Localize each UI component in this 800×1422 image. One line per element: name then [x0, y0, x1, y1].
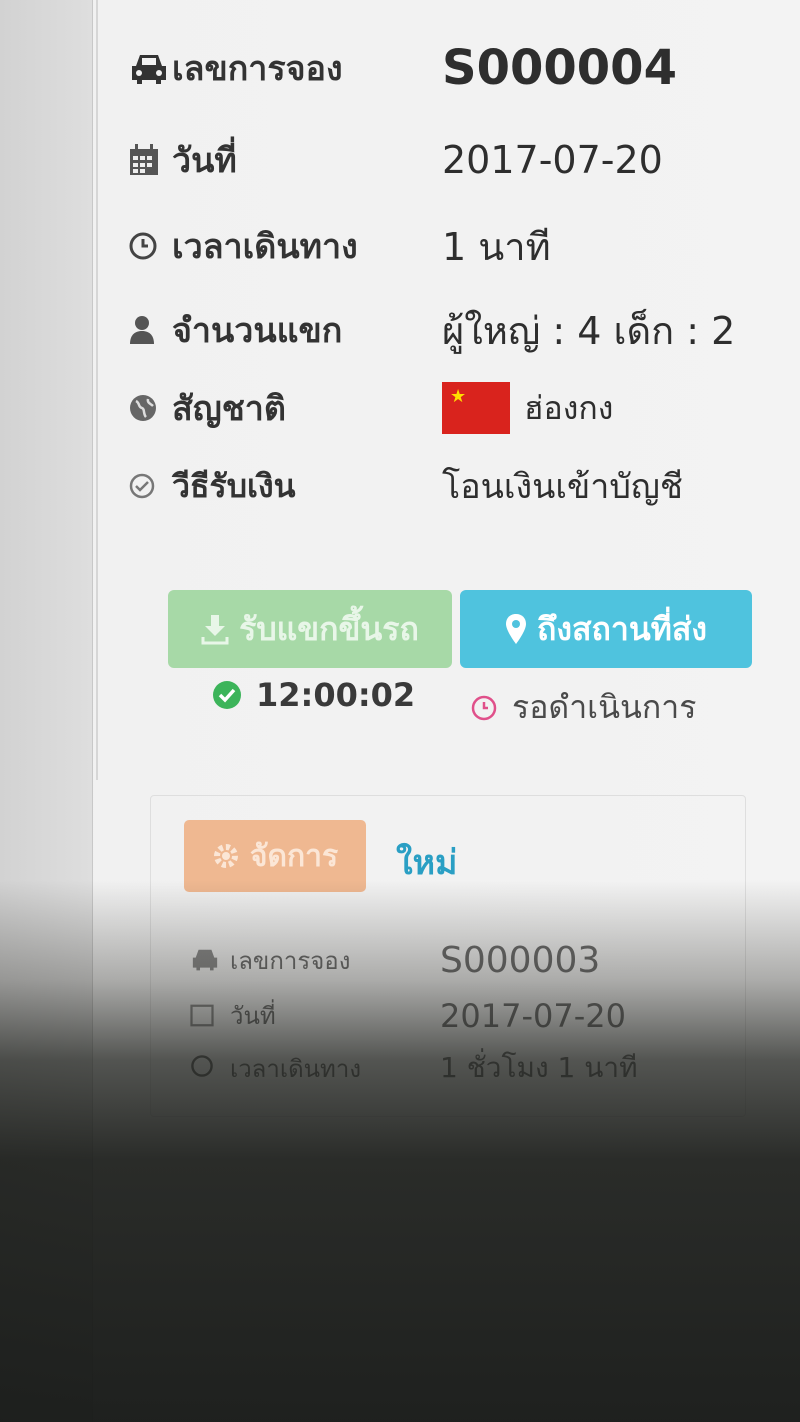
nationality-label: สัญชาติ — [172, 389, 286, 429]
booking-number-label: เลขการจอง — [172, 49, 343, 89]
arrive-status: รอดำเนินการ — [470, 682, 696, 733]
nationality-value: ★ ฮ่องกง — [442, 382, 613, 434]
clock-icon — [190, 1054, 230, 1082]
booking2-number-row: เลขการจอง S000003 — [190, 940, 600, 981]
payment-label: วีธีรับเงิน — [172, 466, 296, 505]
booking-number-row: เลขการจอง S000004 — [128, 38, 800, 98]
booking2-number-value: S000003 — [440, 940, 601, 981]
date-row: วันที่ 2017-07-20 — [128, 130, 800, 190]
date-label: วันที่ — [172, 141, 237, 181]
check-circle-icon — [213, 681, 241, 709]
guests-value: ผู้ใหญ่ : 4 เด็ก : 2 — [442, 308, 736, 353]
calendar-icon — [190, 1001, 230, 1031]
payment-value: โอนเงินเข้าบัญชี — [442, 467, 683, 507]
pickup-status: 12:00:02 — [212, 676, 415, 714]
pickup-guest-button[interactable]: รับแขกขึ้นรถ — [168, 590, 452, 668]
travel-time-label: เวลาเดินทาง — [172, 227, 358, 267]
booking2-number-label: เลขการจอง — [230, 947, 351, 975]
travel-time-row: เวลาเดินทาง 1 นาที — [128, 216, 800, 276]
nationality-row: สัญชาติ ★ ฮ่องกง — [128, 378, 800, 438]
arrive-destination-label: ถึงสถานที่ส่ง — [537, 609, 707, 648]
booking2-time-label: เวลาเดินทาง — [230, 1054, 362, 1083]
left-panel — [0, 0, 93, 1422]
globe-icon — [128, 393, 172, 423]
new-status-link[interactable]: ใหม่ — [396, 835, 457, 889]
booking2-date-value: 2017-07-20 — [440, 996, 626, 1035]
travel-time-value: 1 นาที — [442, 224, 551, 269]
china-flag-icon: ★ — [442, 382, 510, 434]
clock-icon — [471, 695, 497, 720]
payment-row: วีธีรับเงิน โอนเงินเข้าบัญชี — [128, 456, 800, 516]
pickup-time: 12:00:02 — [256, 676, 416, 714]
clock-icon — [128, 231, 172, 261]
booking2-time-value: 1 ชั่วโมง 1 นาที — [440, 1051, 638, 1084]
booking2-date-label: วันที่ — [230, 1002, 276, 1030]
nationality-text: ฮ่องกง — [524, 388, 614, 427]
date-value: 2017-07-20 — [442, 138, 663, 182]
map-marker-icon — [506, 614, 526, 644]
arrive-destination-button[interactable]: ถึงสถานที่ส่ง — [460, 590, 752, 668]
pickup-guest-label: รับแขกขึ้นรถ — [239, 609, 419, 648]
calendar-icon — [128, 143, 172, 177]
car-icon — [190, 946, 230, 976]
booking2-time-row: เวลาเดินทาง 1 ชั่วโมง 1 นาที — [190, 1046, 638, 1090]
user-icon — [128, 314, 172, 346]
arrive-status-text: รอดำเนินการ — [512, 688, 697, 726]
booking2-date-row: วันที่ 2017-07-20 — [190, 996, 626, 1035]
guests-row: จำนวนแขก ผู้ใหญ่ : 4 เด็ก : 2 — [128, 300, 800, 360]
guests-label: จำนวนแขก — [172, 311, 343, 351]
check-circle-icon — [128, 472, 172, 500]
manage-label: จัดการ — [249, 838, 339, 874]
car-icon — [128, 50, 172, 86]
booking-number-value: S000004 — [442, 40, 677, 96]
gear-icon — [213, 844, 238, 868]
manage-button[interactable]: จัดการ — [184, 820, 366, 892]
download-icon — [201, 615, 229, 645]
